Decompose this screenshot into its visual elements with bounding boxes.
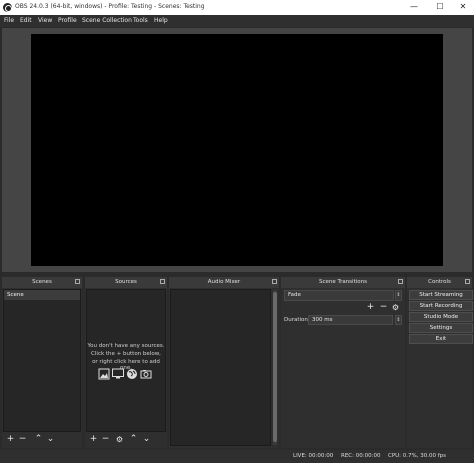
dock-float-icon[interactable] xyxy=(272,279,277,284)
dock-float-icon[interactable] xyxy=(75,279,80,284)
audio-mixer-title: Audio Mixer xyxy=(169,277,279,288)
empty-sources-line-2: Click the + button below, xyxy=(91,351,161,357)
menu-edit[interactable]: Edit xyxy=(20,17,32,24)
move-source-up-button[interactable]: ⌃ xyxy=(128,434,139,446)
remove-source-button[interactable]: − xyxy=(100,434,111,446)
transition-properties-gear-icon[interactable]: ⚙ xyxy=(390,302,401,314)
menu-tools[interactable]: Tools xyxy=(133,17,148,24)
scene-transitions-title: Scene Transitions xyxy=(281,277,405,288)
obs-logo-icon xyxy=(3,3,12,12)
controls-dock: Controls Start Streaming Start Recording… xyxy=(407,277,473,448)
start-streaming-button[interactable]: Start Streaming xyxy=(409,290,473,300)
menu-view[interactable]: View xyxy=(38,17,52,24)
menu-scene-collection[interactable]: Scene Collection xyxy=(82,17,132,24)
minimize-button[interactable]: — xyxy=(404,0,424,15)
cpu-status: CPU: 0.7%, 30.00 fps xyxy=(388,453,447,459)
image-source-icon xyxy=(98,368,110,380)
sources-dock-title: Sources xyxy=(85,277,167,288)
studio-mode-button[interactable]: Studio Mode xyxy=(409,312,473,322)
menu-bar: File Edit View Profile Scene Collection … xyxy=(0,15,474,27)
dock-float-icon[interactable] xyxy=(160,279,165,284)
menu-file[interactable]: File xyxy=(4,17,14,24)
browser-source-icon xyxy=(127,369,137,379)
move-scene-up-button[interactable]: ⌃ xyxy=(33,434,44,446)
scenes-toolbar: + − ⌃ ⌄ xyxy=(3,434,81,446)
display-capture-icon xyxy=(112,368,124,379)
dock-float-icon[interactable] xyxy=(398,279,403,284)
audio-mixer-area xyxy=(170,289,271,446)
controls-title: Controls xyxy=(407,277,472,288)
exit-button[interactable]: Exit xyxy=(409,334,473,344)
menu-help[interactable]: Help xyxy=(154,17,168,24)
preview-canvas[interactable] xyxy=(31,34,443,266)
camera-source-icon xyxy=(140,370,152,379)
close-button[interactable]: ✕ xyxy=(453,0,473,15)
menu-profile[interactable]: Profile xyxy=(58,17,77,24)
transition-select[interactable]: Fade xyxy=(284,290,394,301)
start-recording-button[interactable]: Start Recording xyxy=(409,301,473,311)
scenes-dock-title: Scenes xyxy=(2,277,82,288)
dock-float-icon[interactable] xyxy=(465,279,470,284)
audio-mixer-dock: Audio Mixer xyxy=(169,277,279,448)
sources-dock: Sources You don't have any sources. Clic… xyxy=(85,277,167,448)
remove-transition-button[interactable]: − xyxy=(378,302,389,314)
move-scene-down-button[interactable]: ⌄ xyxy=(45,434,56,446)
source-type-icons xyxy=(98,368,158,380)
rec-status: REC: 00:00:00 xyxy=(341,453,381,459)
scene-list-item[interactable]: Scene xyxy=(4,290,80,300)
title-bar: OBS 24.0.3 (64-bit, windows) - Profile: … xyxy=(0,0,474,15)
add-source-button[interactable]: + xyxy=(88,434,99,446)
duration-spinner-icon[interactable]: ⇕ xyxy=(395,315,402,325)
duration-label: Duration xyxy=(284,317,308,323)
scenes-list[interactable]: Scene xyxy=(3,289,81,432)
mixer-scrollbar[interactable] xyxy=(273,290,277,445)
move-source-down-button[interactable]: ⌄ xyxy=(141,434,152,446)
maximize-button[interactable]: ☐ xyxy=(430,0,450,15)
empty-sources-line-1: You don't have any sources. xyxy=(87,343,165,349)
scenes-dock: Scenes Scene + − ⌃ ⌄ xyxy=(2,277,82,448)
add-scene-button[interactable]: + xyxy=(5,434,16,446)
add-transition-button[interactable]: + xyxy=(365,302,376,314)
source-properties-gear-icon[interactable]: ⚙ xyxy=(114,434,125,446)
status-bar: LIVE: 00:00:00 REC: 00:00:00 CPU: 0.7%, … xyxy=(0,450,474,463)
remove-scene-button[interactable]: − xyxy=(17,434,28,446)
scene-transitions-dock: Scene Transitions Fade ⇕ + − ⚙ Duration … xyxy=(281,277,405,448)
window-title: OBS 24.0.3 (64-bit, windows) - Profile: … xyxy=(15,3,205,10)
duration-input[interactable]: 300 ms xyxy=(308,315,393,325)
sources-list[interactable]: You don't have any sources. Click the + … xyxy=(86,289,166,432)
sources-toolbar: + − ⚙ ⌃ ⌄ xyxy=(86,434,166,446)
settings-button[interactable]: Settings xyxy=(409,323,473,333)
transition-select-chevron-icon[interactable]: ⇕ xyxy=(395,290,402,301)
preview-area xyxy=(2,28,472,272)
live-status: LIVE: 00:00:00 xyxy=(293,453,334,459)
